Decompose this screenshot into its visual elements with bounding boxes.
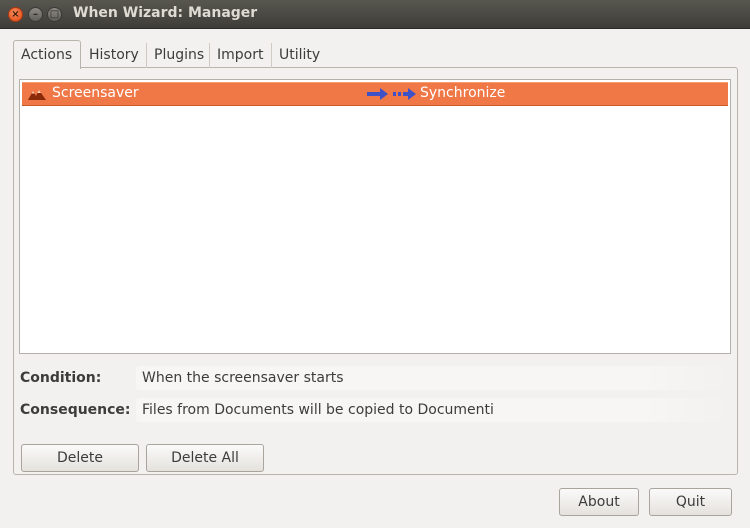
condition-label: Condition: (20, 370, 102, 386)
delete-button[interactable]: Delete (21, 444, 139, 472)
consequence-value: Files from Documents will be copied to D… (136, 398, 728, 422)
close-window-button[interactable]: × (8, 7, 23, 22)
tab-import[interactable]: Import (210, 43, 272, 68)
maximize-window-button[interactable]: □ (47, 7, 62, 22)
title-bar: × – □ When Wizard: Manager (0, 0, 750, 29)
tab-actions[interactable]: Actions (13, 40, 81, 69)
quit-button[interactable]: Quit (649, 488, 732, 516)
screensaver-icon (27, 87, 47, 101)
actions-list[interactable]: Screensaver Synchronize (19, 79, 731, 354)
action-consequence: Synchronize (420, 85, 506, 101)
tab-plugins[interactable]: Plugins (147, 43, 210, 68)
condition-value: When the screensaver starts (136, 366, 728, 390)
minimize-window-button[interactable]: – (28, 7, 43, 22)
delete-all-button[interactable]: Delete All (146, 444, 264, 472)
synchronize-icon (393, 88, 416, 100)
about-button[interactable]: About (559, 488, 639, 516)
window-title: When Wizard: Manager (73, 5, 258, 21)
arrow-right-icon (367, 88, 388, 100)
tab-utility[interactable]: Utility (272, 43, 334, 68)
action-row[interactable]: Screensaver Synchronize (22, 82, 728, 106)
consequence-label: Consequence: (20, 402, 131, 418)
action-condition: Screensaver (52, 85, 139, 101)
tab-history[interactable]: History (82, 43, 147, 68)
